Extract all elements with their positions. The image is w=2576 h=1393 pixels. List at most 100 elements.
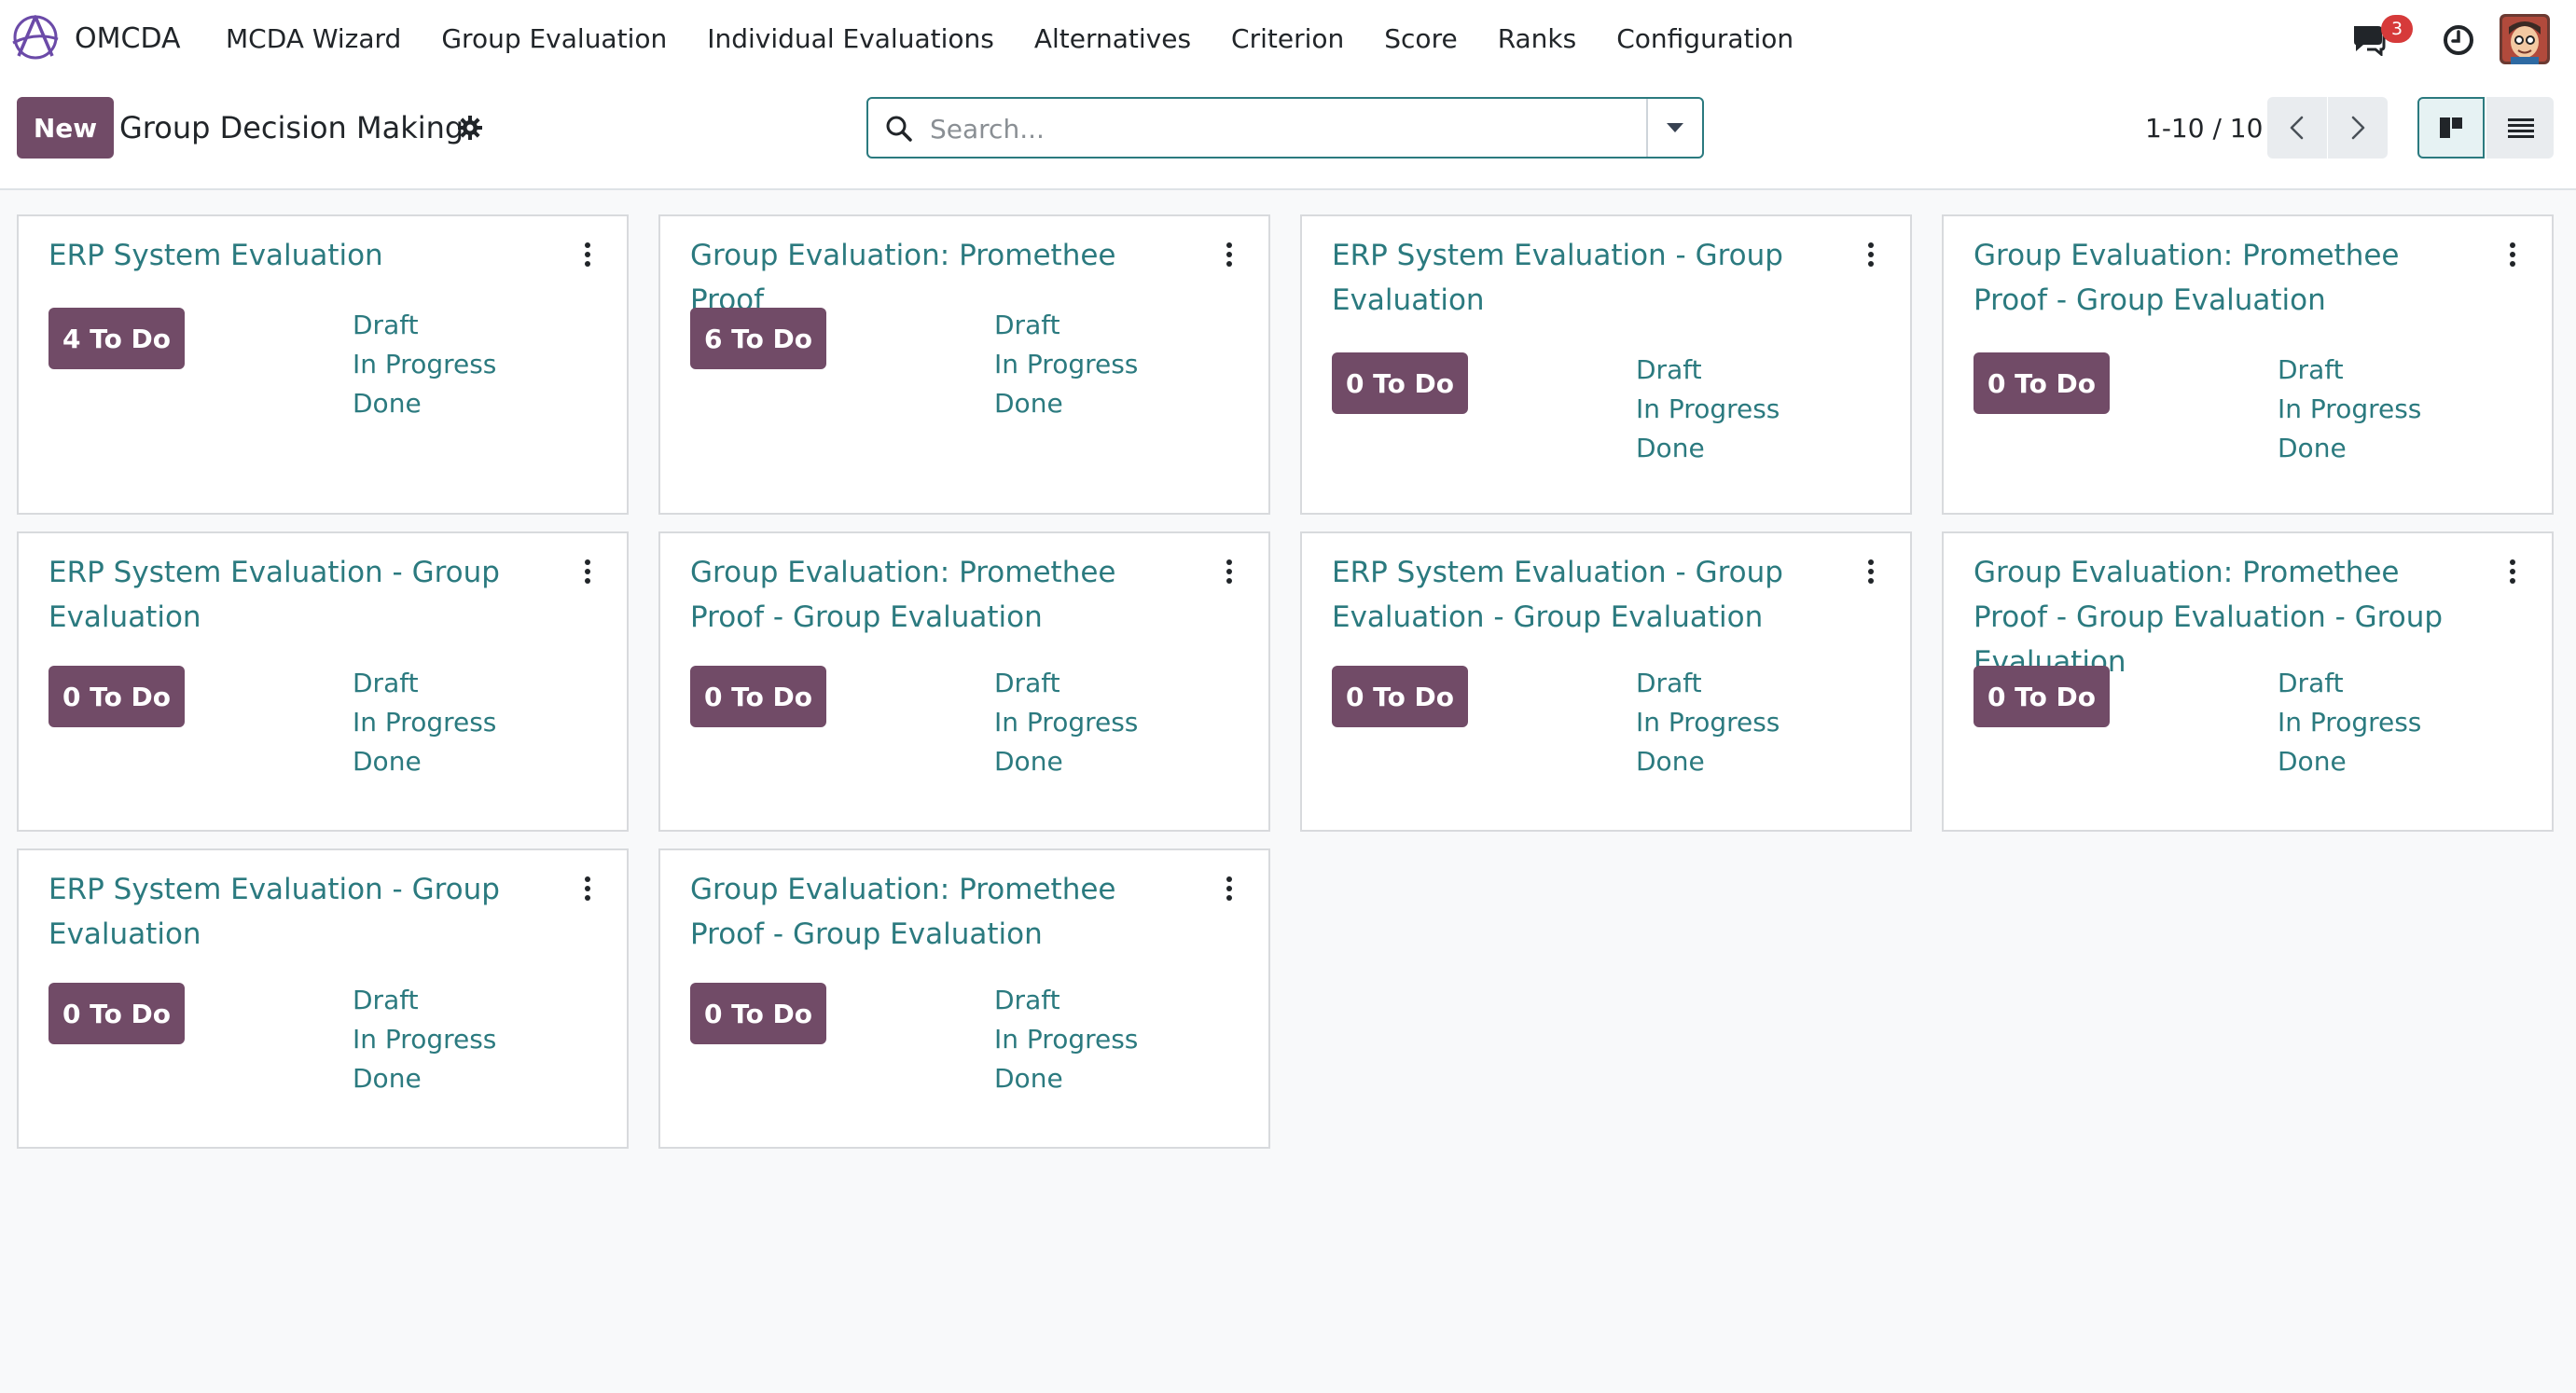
search-icon (886, 116, 912, 142)
app-logo-icon[interactable] (9, 11, 62, 63)
status-draft-link[interactable]: Draft (2278, 351, 2421, 390)
status-in-progress-link[interactable]: In Progress (353, 703, 496, 742)
status-draft-link[interactable]: Draft (994, 306, 1138, 345)
pager-previous-button[interactable] (2267, 97, 2327, 159)
kanban-card[interactable]: Group Evaluation: Promethee Proof - Grou… (658, 531, 1270, 832)
menu-item-alternatives[interactable]: Alternatives (1034, 19, 1191, 60)
kanban-card[interactable]: Group Evaluation: Promethee Proof - Grou… (1942, 214, 2554, 515)
status-in-progress-link[interactable]: In Progress (994, 703, 1138, 742)
pager-value[interactable]: 1-10 / 10 (2145, 110, 2263, 147)
status-done-link[interactable]: Done (353, 384, 496, 423)
card-menu-icon[interactable] (578, 242, 597, 270)
todo-count-button[interactable]: 0 To Do (1332, 352, 1468, 414)
todo-count-button[interactable]: 0 To Do (690, 666, 826, 727)
card-title[interactable]: ERP System Evaluation - Group Evaluation (48, 550, 552, 640)
kanban-card[interactable]: ERP System Evaluation - Group Evaluation… (1300, 214, 1912, 515)
page-title: Group Decision Making (119, 110, 464, 145)
card-menu-icon[interactable] (2503, 559, 2522, 587)
todo-count-button[interactable]: 0 To Do (48, 666, 185, 727)
menu-item-configuration[interactable]: Configuration (1616, 19, 1794, 60)
status-draft-link[interactable]: Draft (1636, 351, 1780, 390)
card-menu-icon[interactable] (1220, 559, 1239, 587)
menu-item-ranks[interactable]: Ranks (1498, 19, 1577, 60)
todo-count-button[interactable]: 0 To Do (1974, 352, 2110, 414)
status-draft-link[interactable]: Draft (353, 306, 496, 345)
new-button[interactable]: New (17, 97, 114, 159)
status-done-link[interactable]: Done (2278, 429, 2421, 468)
status-draft-link[interactable]: Draft (353, 664, 496, 703)
todo-count-button[interactable]: 0 To Do (48, 983, 185, 1044)
todo-count-button[interactable]: 4 To Do (48, 308, 185, 369)
status-done-link[interactable]: Done (1636, 742, 1780, 781)
card-menu-icon[interactable] (1220, 242, 1239, 270)
status-in-progress-link[interactable]: In Progress (1636, 703, 1780, 742)
status-in-progress-link[interactable]: In Progress (994, 1020, 1138, 1059)
menu-item-score[interactable]: Score (1384, 19, 1457, 60)
status-done-link[interactable]: Done (353, 1059, 496, 1098)
kanban-card[interactable]: Group Evaluation: Promethee Proof - Grou… (658, 848, 1270, 1149)
card-title[interactable]: Group Evaluation: Promethee Proof - Grou… (690, 867, 1194, 957)
status-list: Draft In Progress Done (2278, 664, 2421, 781)
status-in-progress-link[interactable]: In Progress (353, 345, 496, 384)
card-menu-icon[interactable] (1862, 559, 1880, 587)
user-avatar[interactable] (2500, 14, 2550, 64)
search-options-toggle[interactable] (1646, 99, 1702, 157)
status-list: Draft In Progress Done (353, 664, 496, 781)
card-title[interactable]: ERP System Evaluation (48, 233, 552, 278)
chevron-left-icon (2290, 116, 2304, 140)
menu-item-group-evaluation[interactable]: Group Evaluation (441, 19, 667, 60)
status-list: Draft In Progress Done (994, 306, 1138, 423)
status-draft-link[interactable]: Draft (1636, 664, 1780, 703)
kanban-card[interactable]: ERP System Evaluation 4 To Do Draft In P… (17, 214, 629, 515)
kanban-card[interactable]: ERP System Evaluation - Group Evaluation… (17, 531, 629, 832)
activity-clock-icon[interactable] (2442, 23, 2475, 57)
menu-item-criterion[interactable]: Criterion (1231, 19, 1344, 60)
card-title[interactable]: ERP System Evaluation - Group Evaluation (48, 867, 552, 957)
app-name[interactable]: OMCDA (75, 19, 181, 60)
pager-next-button[interactable] (2328, 97, 2388, 159)
status-in-progress-link[interactable]: In Progress (1636, 390, 1780, 429)
status-done-link[interactable]: Done (994, 742, 1138, 781)
status-draft-link[interactable]: Draft (994, 981, 1138, 1020)
menu-item-individual-evaluations[interactable]: Individual Evaluations (707, 19, 994, 60)
todo-count-button[interactable]: 0 To Do (1332, 666, 1468, 727)
kanban-card[interactable]: Group Evaluation: Promethee Proof - Grou… (1942, 531, 2554, 832)
status-done-link[interactable]: Done (2278, 742, 2421, 781)
todo-count-button[interactable]: 0 To Do (690, 983, 826, 1044)
search-input[interactable] (928, 108, 1585, 149)
card-title[interactable]: Group Evaluation: Promethee Proof - Grou… (690, 550, 1194, 640)
status-in-progress-link[interactable]: In Progress (994, 345, 1138, 384)
card-menu-icon[interactable] (1220, 876, 1239, 904)
status-in-progress-link[interactable]: In Progress (2278, 703, 2421, 742)
card-title[interactable]: ERP System Evaluation - Group Evaluation… (1332, 550, 1835, 640)
card-menu-icon[interactable] (1862, 242, 1880, 270)
card-title[interactable]: ERP System Evaluation - Group Evaluation (1332, 233, 1835, 323)
status-draft-link[interactable]: Draft (353, 981, 496, 1020)
kanban-card[interactable]: ERP System Evaluation - Group Evaluation… (17, 848, 629, 1149)
kanban-view-icon (2440, 117, 2462, 138)
status-done-link[interactable]: Done (994, 384, 1138, 423)
todo-count-button[interactable]: 0 To Do (1974, 666, 2110, 727)
status-draft-link[interactable]: Draft (2278, 664, 2421, 703)
status-in-progress-link[interactable]: In Progress (2278, 390, 2421, 429)
gear-icon[interactable] (457, 115, 483, 141)
top-navbar: OMCDA MCDA Wizard Group Evaluation Indiv… (0, 0, 2576, 78)
status-draft-link[interactable]: Draft (994, 664, 1138, 703)
todo-count-button[interactable]: 6 To Do (690, 308, 826, 369)
kanban-card[interactable]: ERP System Evaluation - Group Evaluation… (1300, 531, 1912, 832)
caret-down-icon (1667, 123, 1683, 132)
card-menu-icon[interactable] (578, 876, 597, 904)
menu-item-mcda-wizard[interactable]: MCDA Wizard (226, 19, 401, 60)
kanban-card[interactable]: Group Evaluation: Promethee Proof 6 To D… (658, 214, 1270, 515)
status-done-link[interactable]: Done (353, 742, 496, 781)
status-done-link[interactable]: Done (1636, 429, 1780, 468)
status-list: Draft In Progress Done (353, 981, 496, 1098)
kanban-view-button[interactable] (2417, 97, 2485, 159)
kanban-board: ERP System Evaluation 4 To Do Draft In P… (17, 214, 2554, 1149)
card-menu-icon[interactable] (578, 559, 597, 587)
status-in-progress-link[interactable]: In Progress (353, 1020, 496, 1059)
card-title[interactable]: Group Evaluation: Promethee Proof - Grou… (1974, 233, 2477, 323)
list-view-button[interactable] (2486, 97, 2554, 159)
card-menu-icon[interactable] (2503, 242, 2522, 270)
status-done-link[interactable]: Done (994, 1059, 1138, 1098)
